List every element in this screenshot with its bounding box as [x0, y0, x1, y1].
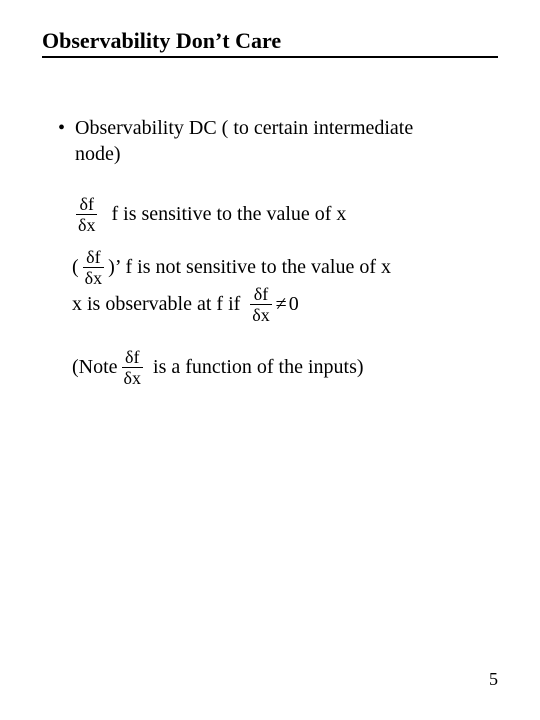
line2-text: f is not sensitive to the value of x: [125, 255, 391, 281]
fraction-df-dx: δf δx: [122, 348, 143, 387]
fraction-numerator: δf: [78, 195, 96, 214]
note-pre: (Note: [72, 355, 118, 381]
line3-tail: 0: [289, 292, 299, 318]
bullet-line-2: node): [75, 143, 121, 165]
page-title: Observability Don’t Care: [42, 28, 498, 58]
note-post: is a function of the inputs): [153, 355, 364, 381]
bullet-item: • Observability DC ( to certain intermed…: [58, 116, 498, 167]
fraction-numerator: δf: [123, 348, 141, 367]
fraction-denominator: δx: [83, 267, 104, 287]
slide-page: Observability Don’t Care • Observability…: [0, 0, 540, 720]
definition-line-2: ( δf δx )’ f is not sensitive to the val…: [72, 248, 498, 287]
not-equal-sign: ≠: [276, 292, 287, 318]
paren-open: (: [72, 255, 79, 281]
fraction-denominator: δx: [250, 304, 271, 324]
definition-line-3: x is observable at f if δf δx ≠ 0: [72, 285, 498, 324]
bullet-line-1: Observability DC ( to certain intermedia…: [75, 117, 413, 139]
fraction-df-dx: δf δx: [250, 285, 271, 324]
slide-body: • Observability DC ( to certain intermed…: [42, 116, 498, 387]
fraction-df-dx: δf δx: [76, 195, 97, 234]
page-number: 5: [489, 669, 498, 690]
paren-close-prime: )’: [108, 255, 121, 281]
fraction-df-dx: δf δx: [83, 248, 104, 287]
note-line: (Note δf δx is a function of the inputs): [72, 348, 498, 387]
line1-text: f is sensitive to the value of x: [111, 202, 346, 228]
fraction-numerator: δf: [84, 248, 102, 267]
bullet-marker: •: [58, 116, 65, 142]
bullet-text: Observability DC ( to certain intermedia…: [75, 116, 413, 167]
definition-line-1: δf δx f is sensitive to the value of x: [72, 195, 498, 234]
line3-pre: x is observable at f if: [72, 292, 240, 318]
fraction-denominator: δx: [122, 367, 143, 387]
fraction-numerator: δf: [252, 285, 270, 304]
fraction-denominator: δx: [76, 214, 97, 234]
